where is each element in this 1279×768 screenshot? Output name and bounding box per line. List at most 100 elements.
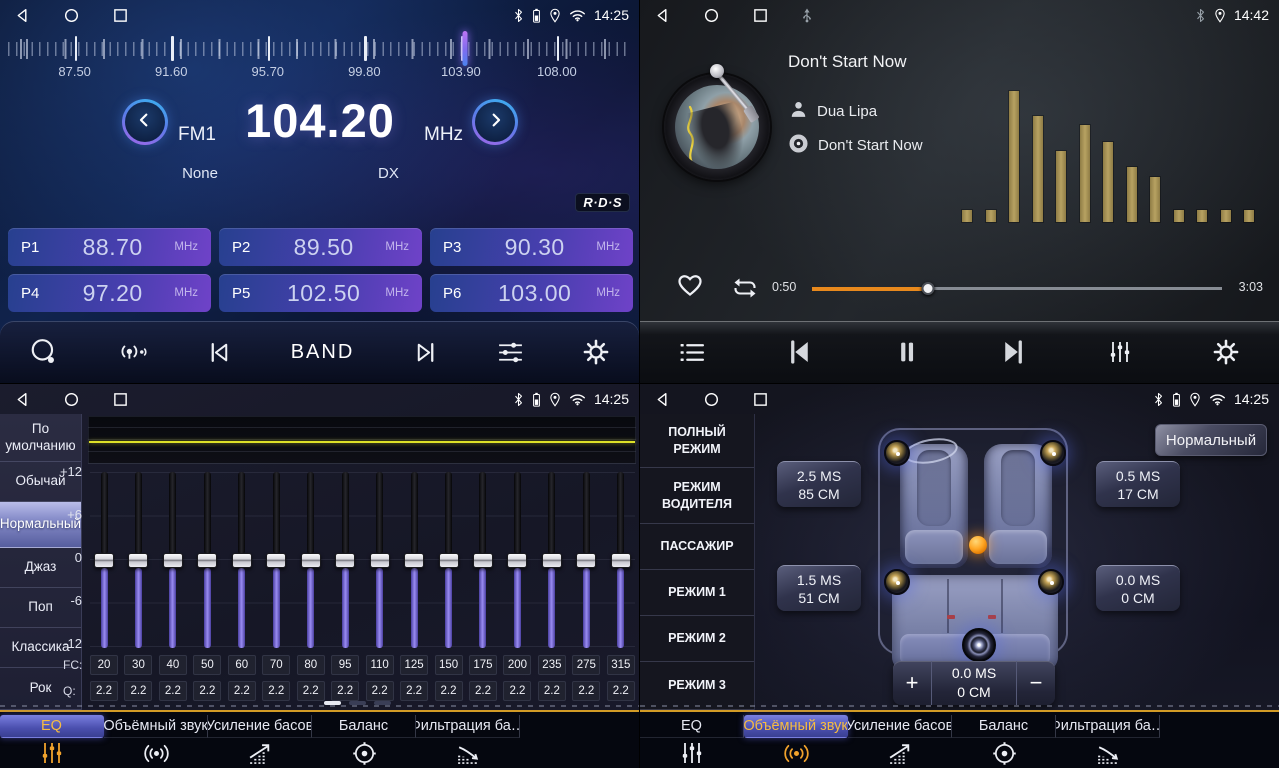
tab-surround[interactable]: Объёмный звук: [744, 715, 848, 768]
q-value[interactable]: 2.2: [469, 681, 497, 701]
eq-band-slider[interactable]: [331, 472, 359, 650]
listening-mode-item[interactable]: ПОЛНЫЙ РЕЖИМ: [640, 414, 754, 468]
recents-icon[interactable]: [113, 392, 128, 407]
pause-icon[interactable]: [893, 338, 921, 366]
fc-value[interactable]: 60: [228, 655, 256, 675]
radio-preset-button[interactable]: P5 102.50 MHz: [219, 274, 422, 312]
previous-track-icon[interactable]: [784, 337, 814, 367]
eq-band-slider[interactable]: [124, 472, 152, 650]
q-value[interactable]: 2.2: [607, 681, 635, 701]
radio-preset-button[interactable]: P1 88.70 MHz: [8, 228, 211, 266]
front-right-delay-badge[interactable]: 0.5 MS 17 CM: [1096, 461, 1180, 507]
radio-preset-button[interactable]: P2 89.50 MHz: [219, 228, 422, 266]
home-icon[interactable]: [64, 8, 79, 23]
q-value[interactable]: 2.2: [331, 681, 359, 701]
slider-handle[interactable]: [439, 553, 459, 568]
eq-band-slider[interactable]: [538, 472, 566, 650]
front-left-speaker-icon[interactable]: [884, 440, 910, 466]
rear-right-speaker-icon[interactable]: [1038, 569, 1064, 595]
slider-handle[interactable]: [542, 553, 562, 568]
tab-bass-boost[interactable]: Усиление басов: [848, 715, 952, 768]
slider-handle[interactable]: [163, 553, 183, 568]
radio-preset-button[interactable]: P4 97.20 MHz: [8, 274, 211, 312]
slider-handle[interactable]: [301, 553, 321, 568]
fc-value[interactable]: 40: [159, 655, 187, 675]
eq-band-slider[interactable]: [159, 472, 187, 650]
eq-mixer-icon[interactable]: [1107, 340, 1133, 364]
slider-handle[interactable]: [94, 553, 114, 568]
tab-eq[interactable]: EQ: [640, 715, 744, 768]
slider-handle[interactable]: [232, 553, 252, 568]
fc-value[interactable]: 80: [297, 655, 325, 675]
home-icon[interactable]: [704, 8, 719, 23]
fc-value[interactable]: 110: [366, 655, 394, 675]
slider-handle[interactable]: [197, 553, 217, 568]
listening-mode-item[interactable]: РЕЖИМ 2: [640, 616, 754, 662]
listening-position-marker[interactable]: [969, 536, 987, 554]
album-art[interactable]: [664, 74, 770, 180]
eq-band-slider[interactable]: [572, 472, 600, 650]
back-icon[interactable]: [15, 392, 30, 407]
front-left-delay-badge[interactable]: 2.5 MS 85 CM: [777, 461, 861, 507]
tab-eq[interactable]: EQ: [0, 715, 104, 768]
next-track-icon[interactable]: [999, 337, 1029, 367]
favorite-heart-icon[interactable]: [676, 272, 704, 298]
listening-mode-item[interactable]: РЕЖИМ ВОДИТЕЛЯ: [640, 468, 754, 524]
broadcast-icon[interactable]: [116, 339, 149, 366]
tune-up-button[interactable]: [472, 99, 518, 145]
rear-right-delay-badge[interactable]: 0.0 MS 0 CM: [1096, 565, 1180, 611]
q-value[interactable]: 2.2: [228, 681, 256, 701]
eq-band-slider[interactable]: [297, 472, 325, 650]
fc-value[interactable]: 70: [262, 655, 290, 675]
q-value[interactable]: 2.2: [366, 681, 394, 701]
slider-handle[interactable]: [576, 553, 596, 568]
q-value[interactable]: 2.2: [435, 681, 463, 701]
seek-bar[interactable]: [812, 287, 1222, 290]
eq-band-slider[interactable]: [366, 472, 394, 650]
listening-mode-item[interactable]: РЕЖИМ 3: [640, 662, 754, 710]
tab-bass-filter[interactable]: Фильтрация ба…: [416, 715, 520, 768]
tab-balance[interactable]: Баланс: [312, 715, 416, 768]
band-button[interactable]: BAND: [291, 341, 355, 364]
fc-value[interactable]: 50: [193, 655, 221, 675]
fc-value[interactable]: 30: [124, 655, 152, 675]
scan-search-icon[interactable]: [29, 337, 59, 367]
recents-icon[interactable]: [113, 8, 128, 23]
listening-mode-item[interactable]: РЕЖИМ 1: [640, 570, 754, 616]
listening-mode-item[interactable]: ПАССАЖИР: [640, 524, 754, 570]
slider-handle[interactable]: [128, 553, 148, 568]
q-value[interactable]: 2.2: [400, 681, 428, 701]
frequency-ruler[interactable]: [8, 33, 631, 65]
next-station-icon[interactable]: [412, 340, 439, 365]
back-icon[interactable]: [15, 8, 30, 23]
eq-band-slider[interactable]: [400, 472, 428, 650]
fc-value[interactable]: 315: [607, 655, 635, 675]
seek-bar-thumb[interactable]: [922, 282, 935, 295]
fc-value[interactable]: 275: [572, 655, 600, 675]
repeat-icon[interactable]: [730, 276, 760, 300]
eq-band-slider[interactable]: [262, 472, 290, 650]
tab-bass-boost[interactable]: Усиление басов: [208, 715, 312, 768]
recents-icon[interactable]: [753, 392, 768, 407]
back-icon[interactable]: [655, 8, 670, 23]
slider-handle[interactable]: [335, 553, 355, 568]
tune-down-button[interactable]: [122, 99, 168, 145]
slider-handle[interactable]: [473, 553, 493, 568]
eq-band-slider[interactable]: [435, 472, 463, 650]
q-value[interactable]: 2.2: [193, 681, 221, 701]
back-icon[interactable]: [655, 392, 670, 407]
rear-left-delay-badge[interactable]: 1.5 MS 51 CM: [777, 565, 861, 611]
eq-band-slider[interactable]: [228, 472, 256, 650]
subwoofer-icon[interactable]: [962, 628, 996, 662]
eq-band-slider[interactable]: [503, 472, 531, 650]
radio-preset-button[interactable]: P6 103.00 MHz: [430, 274, 633, 312]
playlist-icon[interactable]: [679, 342, 706, 363]
fc-value[interactable]: 150: [435, 655, 463, 675]
rear-left-speaker-icon[interactable]: [884, 569, 910, 595]
front-right-speaker-icon[interactable]: [1040, 440, 1066, 466]
slider-handle[interactable]: [507, 553, 527, 568]
radio-preset-button[interactable]: P3 90.30 MHz: [430, 228, 633, 266]
q-value[interactable]: 2.2: [572, 681, 600, 701]
tuned-frequency-indicator[interactable]: [463, 31, 468, 66]
tab-bass-filter[interactable]: Фильтрация ба…: [1056, 715, 1160, 768]
